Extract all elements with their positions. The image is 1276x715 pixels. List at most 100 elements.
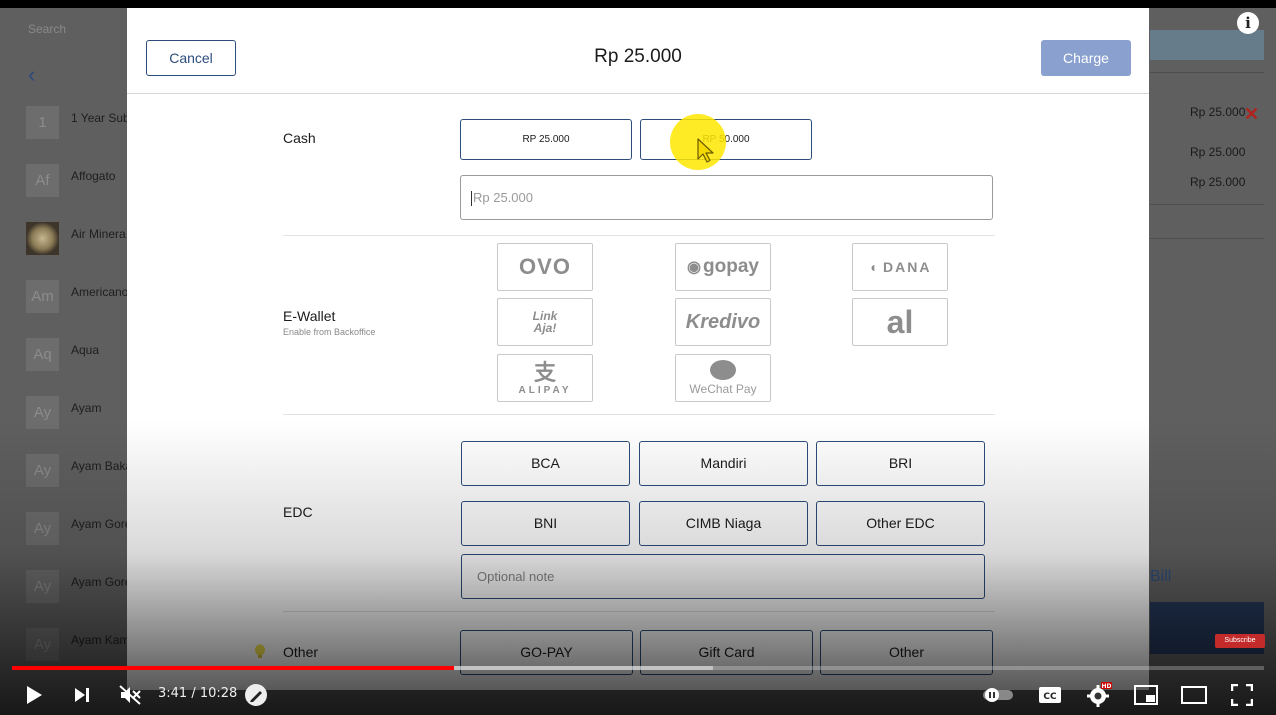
play-button[interactable]: [20, 681, 48, 709]
autoplay-toggle-icon: [983, 688, 1013, 702]
product-name: Ayam Gore: [71, 575, 132, 589]
edc-other-button[interactable]: Other EDC: [816, 501, 985, 546]
product-thumb: 1: [26, 106, 59, 139]
cash-label: Cash: [283, 130, 316, 146]
miniplayer-button[interactable]: [1132, 681, 1160, 709]
divider: [283, 235, 995, 236]
subtitles-button[interactable]: CC: [1036, 681, 1064, 709]
info-icon[interactable]: i: [1237, 12, 1259, 34]
product-name: Affogato: [71, 169, 116, 183]
linkaja-logo-bottom: Aja!: [533, 321, 557, 335]
divider: [283, 414, 995, 415]
captions-icon: CC: [1039, 687, 1061, 703]
edc-note-input[interactable]: Optional note: [461, 554, 985, 599]
payment-modal: Cancel Rp 25.000 Charge Cash RP 25.000 R…: [127, 8, 1149, 690]
product-thumb: Am: [26, 280, 59, 313]
pen-circle-icon: [245, 684, 267, 706]
list-item[interactable]: Ay Ayam Gore: [14, 560, 131, 618]
gopay-logo-icon: ◉: [687, 259, 701, 276]
wechat-pay-wallet-button[interactable]: WeChat Pay: [675, 354, 771, 402]
dana-logo-icon: ◖: [868, 259, 879, 275]
product-list-panel: Search ‹ 11 Year Subs Af Affogato Air Min…: [14, 8, 136, 715]
modal-header: Cancel Rp 25.000 Charge: [127, 8, 1149, 94]
current-time: 3:41: [158, 686, 188, 701]
cash-amount-button[interactable]: RP 50.000: [640, 119, 812, 160]
theater-mode-icon: [1181, 686, 1207, 704]
play-icon: [27, 686, 42, 704]
cart-header: [1150, 30, 1264, 60]
list-item[interactable]: Air Minera: [14, 212, 127, 270]
divider: [1150, 72, 1264, 73]
list-item[interactable]: Ay Ayam Gore: [14, 502, 131, 560]
divider: [1150, 238, 1264, 239]
product-name: Air Minera: [71, 227, 126, 241]
product-image: [26, 222, 59, 255]
cart-panel: Rp 25.000 ✕ Rp 25.000 Rp 25.000 Bill: [1150, 8, 1276, 715]
wechat-pay-logo: WeChat Pay: [689, 382, 757, 396]
dana-wallet-button[interactable]: ◖ DANA: [852, 243, 948, 291]
cash-amount-input[interactable]: Rp 25.000: [460, 175, 993, 220]
lightbulb-icon: [255, 644, 265, 658]
product-name: Ayam Gore: [71, 517, 132, 531]
edc-bca-button[interactable]: BCA: [461, 441, 630, 486]
akulaku-wallet-button[interactable]: al: [852, 298, 948, 346]
list-item[interactable]: Af Affogato: [14, 154, 127, 212]
progress-bar[interactable]: [12, 666, 1264, 670]
cart-price: Rp 25.000: [1190, 145, 1246, 159]
back-arrow-icon[interactable]: ‹: [28, 62, 35, 88]
time-display: 3:41 / 10:28: [158, 686, 237, 701]
alipay-wallet-button[interactable]: 支 ALIPAY: [497, 354, 593, 402]
list-item[interactable]: Aq Aqua: [14, 328, 127, 386]
divider: [1150, 204, 1264, 205]
total-time: 10:28: [199, 686, 238, 701]
divider: [283, 611, 995, 612]
list-item[interactable]: Ay Ayam Baka: [14, 444, 132, 502]
hd-badge: HD: [1101, 683, 1111, 690]
edc-cimb-niaga-button[interactable]: CIMB Niaga: [639, 501, 808, 546]
dana-logo: DANA: [883, 259, 932, 275]
product-name: Aqua: [71, 343, 100, 357]
autoplay-toggle[interactable]: [980, 681, 1016, 709]
gopay-wallet-button[interactable]: ◉ gopay: [675, 243, 771, 291]
kredivo-wallet-button[interactable]: Kredivo: [675, 298, 771, 346]
other-label: Other: [283, 644, 319, 660]
product-thumb: Ay: [26, 512, 59, 545]
bill-label[interactable]: Bill: [1150, 568, 1171, 586]
remove-icon[interactable]: ✕: [1244, 104, 1259, 125]
time-separator: /: [187, 686, 200, 701]
mute-button[interactable]: [116, 681, 144, 709]
akulaku-logo: al: [886, 303, 914, 340]
edc-bni-button[interactable]: BNI: [461, 501, 630, 546]
search-input[interactable]: Search: [14, 14, 127, 44]
edc-mandiri-button[interactable]: Mandiri: [639, 441, 808, 486]
product-name: Ayam: [71, 401, 102, 415]
wechat-logo-icon: [710, 360, 736, 380]
alipay-logo: ALIPAY: [518, 384, 572, 396]
list-item[interactable]: Am Americano: [14, 270, 128, 328]
kredivo-logo: Kredivo: [685, 310, 761, 333]
next-button[interactable]: [68, 681, 96, 709]
product-name: Ayam Baka: [71, 459, 133, 473]
product-name: Ayam Kam: [71, 633, 130, 647]
progress-played: [12, 666, 454, 670]
gear-icon: HD: [1087, 682, 1112, 707]
cash-input-placeholder: Rp 25.000: [473, 190, 533, 205]
subscribe-watermark[interactable]: Subscribe: [1215, 634, 1265, 648]
linkaja-wallet-button[interactable]: Link Aja!: [497, 298, 593, 346]
cc-label: CC: [1043, 692, 1057, 702]
cart-price: Rp 25.000: [1190, 105, 1246, 119]
ovo-wallet-button[interactable]: OVO: [497, 243, 593, 291]
product-thumb: Ay: [26, 454, 59, 487]
fullscreen-button[interactable]: [1228, 681, 1256, 709]
list-item[interactable]: Ay Ayam: [14, 386, 127, 444]
edc-bri-button[interactable]: BRI: [816, 441, 985, 486]
charge-button[interactable]: Charge: [1041, 40, 1131, 76]
theater-mode-button[interactable]: [1180, 681, 1208, 709]
list-item[interactable]: 11 Year Subs: [14, 96, 136, 154]
text-caret: [471, 191, 472, 207]
cash-amount-button[interactable]: RP 25.000: [460, 119, 632, 160]
settings-button[interactable]: HD: [1084, 681, 1114, 709]
product-thumb: Af: [26, 164, 59, 197]
annotation-button[interactable]: [243, 681, 269, 709]
gopay-logo: gopay: [703, 256, 759, 277]
